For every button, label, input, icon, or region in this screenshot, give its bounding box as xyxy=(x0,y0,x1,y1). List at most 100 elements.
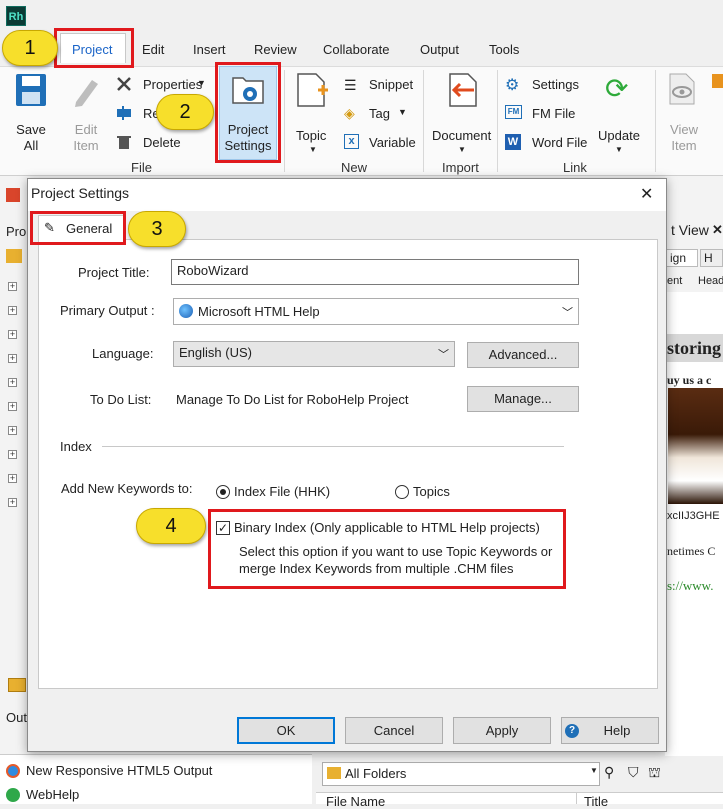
topic-link[interactable]: s://www. xyxy=(667,578,713,594)
tag-icon[interactable]: ⛉ xyxy=(628,764,639,781)
update-button[interactable]: Update xyxy=(598,128,640,144)
topic-heading: storing xyxy=(667,338,721,358)
language-select[interactable]: English (US) xyxy=(173,341,455,367)
project-title-value: RoboWizard xyxy=(177,263,249,278)
project-title-input[interactable]: RoboWizard xyxy=(171,259,579,285)
coffee-image xyxy=(668,388,723,504)
save-all-button[interactable] xyxy=(14,72,48,111)
close-icon[interactable]: ✕ xyxy=(640,184,653,204)
group-separator xyxy=(423,70,424,172)
tree-expand-icon[interactable]: + xyxy=(8,354,17,363)
cancel-button[interactable]: Cancel xyxy=(345,717,443,744)
tree-expand-icon[interactable]: + xyxy=(8,306,17,315)
menu-collaborate[interactable]: Collaborate xyxy=(323,42,390,57)
column-file-name[interactable]: File Name xyxy=(326,794,385,809)
radio-topics[interactable] xyxy=(395,485,409,499)
list-icon xyxy=(712,74,723,88)
output-item[interactable]: New Responsive HTML5 Output xyxy=(26,763,212,778)
chevron-down-icon: ▼ xyxy=(309,145,317,154)
topic-subheading: uy us a c xyxy=(667,373,712,387)
delete-button[interactable]: Delete xyxy=(143,135,181,150)
column-title[interactable]: Title xyxy=(584,794,608,809)
toolbar-icon xyxy=(6,188,20,202)
folder-combo-value: All Folders xyxy=(345,766,407,781)
tree-expand-icon[interactable]: + xyxy=(8,474,17,483)
menu-review[interactable]: Review xyxy=(254,42,297,57)
tree-expand-icon[interactable]: + xyxy=(8,330,17,339)
edit-item-button[interactable] xyxy=(70,74,102,111)
group-label-import: Import xyxy=(442,160,479,175)
menu-tools[interactable]: Tools xyxy=(489,42,519,57)
fm-file-button[interactable]: FM File xyxy=(532,106,575,121)
word-file-icon: W xyxy=(505,134,521,150)
folder-combo[interactable]: All Folders xyxy=(322,762,600,786)
outputs-pane-tab[interactable]: Out xyxy=(6,710,27,725)
topic-text: netimes C xyxy=(667,544,716,558)
callout-step-4: 4 xyxy=(136,508,206,544)
word-file-button[interactable]: Word File xyxy=(532,135,587,150)
radio-topics-label[interactable]: Topics xyxy=(413,484,450,499)
style-combo[interactable]: ent xyxy=(667,275,682,287)
menu-insert[interactable]: Insert xyxy=(193,42,226,57)
tree-expand-icon[interactable]: + xyxy=(8,282,17,291)
help-output-icon xyxy=(179,304,193,318)
save-all-label: Save All xyxy=(16,122,46,153)
output-item[interactable]: WebHelp xyxy=(26,787,79,802)
snippet-button[interactable]: Snippet xyxy=(369,77,413,92)
project-settings-dialog: Project Settings ✕ ✎ General Project Tit… xyxy=(27,178,667,752)
annotation-box-general-tab xyxy=(30,211,126,245)
tag-button[interactable]: Tag xyxy=(369,106,390,121)
primary-output-label: Primary Output : xyxy=(60,303,155,318)
group-label-file: File xyxy=(131,160,152,175)
settings-button[interactable]: Settings xyxy=(532,77,579,92)
primary-output-select[interactable]: Microsoft HTML Help xyxy=(173,298,579,325)
add-keywords-label: Add New Keywords to: xyxy=(61,481,193,496)
filter-icon[interactable]: ⚲ xyxy=(604,764,614,781)
advanced-button[interactable]: Advanced... xyxy=(467,342,579,368)
folder-icon xyxy=(8,678,26,692)
topic-button[interactable]: Topic xyxy=(296,128,326,144)
chevron-down-icon: ▼ xyxy=(197,78,206,88)
tree-expand-icon[interactable]: + xyxy=(8,402,17,411)
radio-index-file[interactable] xyxy=(216,485,230,499)
apply-button[interactable]: Apply xyxy=(453,717,551,744)
html-tab[interactable]: H xyxy=(700,249,723,267)
menu-edit[interactable]: Edit xyxy=(142,42,164,57)
variable-icon: x xyxy=(344,134,359,149)
heading-combo[interactable]: Head xyxy=(698,275,723,287)
tree-expand-icon[interactable]: + xyxy=(8,378,17,387)
properties-button[interactable]: Properties xyxy=(143,77,202,92)
tree-expand-icon[interactable]: + xyxy=(8,498,17,507)
language-value: English (US) xyxy=(179,345,252,360)
document-button[interactable]: Document xyxy=(432,128,491,144)
chevron-down-icon: ﹀ xyxy=(438,349,449,361)
dialog-title: Project Settings xyxy=(31,185,130,201)
edit-item-label: Edit Item xyxy=(73,122,99,153)
save-icon xyxy=(16,74,46,106)
lock-icon[interactable]: ⛫ xyxy=(648,764,661,783)
tree-expand-icon[interactable]: + xyxy=(8,426,17,435)
document-import-icon xyxy=(444,72,478,111)
project-pane-tab[interactable]: Pro xyxy=(6,224,26,239)
radio-index-file-label[interactable]: Index File (HHK) xyxy=(234,484,330,499)
chevron-down-icon: ▼ xyxy=(458,145,466,154)
ok-button[interactable]: OK xyxy=(237,717,335,744)
topic-editor[interactable] xyxy=(665,292,723,762)
primary-output-value: Microsoft HTML Help xyxy=(198,304,320,319)
chevron-down-icon: ▼ xyxy=(590,766,598,775)
close-icon[interactable]: ✕ xyxy=(712,222,723,238)
annotation-box-project-settings xyxy=(215,62,281,163)
todo-value: Manage To Do List for RoboHelp Project xyxy=(176,392,409,407)
folder-icon xyxy=(327,767,341,779)
design-tab[interactable]: ign xyxy=(666,249,698,267)
variable-button[interactable]: Variable xyxy=(369,135,416,150)
tree-expand-icon[interactable]: + xyxy=(8,450,17,459)
topic-code-text: xcIIJ3GHE xyxy=(667,510,720,522)
output-html5-icon xyxy=(6,764,20,778)
manage-button[interactable]: Manage... xyxy=(467,386,579,412)
fm-file-icon: FM xyxy=(505,105,522,119)
menu-output[interactable]: Output xyxy=(420,42,459,57)
eye-icon xyxy=(668,72,698,109)
annotation-box-binary-index xyxy=(208,509,566,589)
project-title-label: Project Title: xyxy=(78,265,150,280)
